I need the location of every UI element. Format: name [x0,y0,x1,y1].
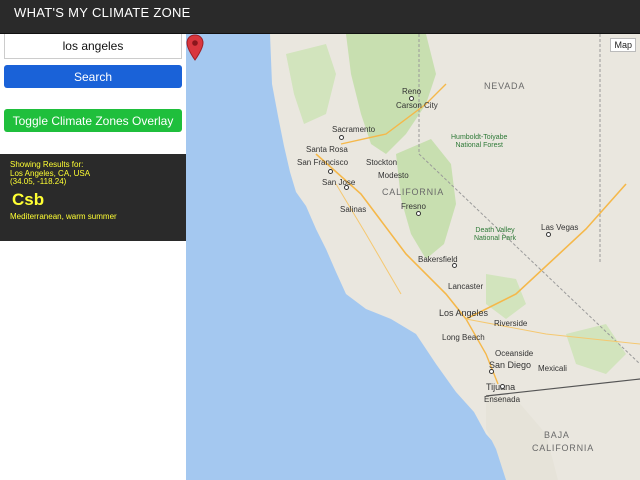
region-label-baja-california: CALIFORNIA [532,443,595,453]
city-label-san-francisco: San Francisco [297,158,349,167]
results-panel: Showing Results for: Los Angeles, CA, US… [0,154,186,241]
city-label-san-jose: San Jose [322,178,356,187]
region-label-california: CALIFORNIA [382,187,445,197]
region-label-baja: BAJA [544,430,570,440]
toggle-climate-zones-button[interactable]: Toggle Climate Zones Overlay [4,109,182,132]
city-marker [339,135,344,140]
top-bar: WHAT'S MY CLIMATE ZONE [0,0,640,34]
city-marker [416,211,421,216]
sidebar: Search Toggle Climate Zones Overlay Show… [0,34,186,480]
city-label-oceanside: Oceanside [495,349,534,358]
city-label-las-vegas: Las Vegas [541,223,579,232]
park-label-humboldt: Humboldt-Toiyabe National Forest [451,134,508,149]
city-label-santa-rosa: Santa Rosa [306,145,348,154]
city-label-sacramento: Sacramento [332,125,376,134]
map-type-button[interactable]: Map [610,38,636,52]
region-label-nevada: NEVADA [484,81,526,91]
city-label-mexicali: Mexicali [538,364,567,373]
city-label-long-beach: Long Beach [442,333,485,342]
city-marker [452,263,457,268]
city-label-los-angeles: Los Angeles [439,308,489,318]
climate-zone-description: Mediterranean, warm summer [10,211,117,221]
city-label-modesto: Modesto [378,171,409,180]
city-marker [344,185,349,190]
city-label-stockton: Stockton [366,158,398,167]
map-view[interactable]: Map NEVADA CALIFORNIA BAJA CALIFORNIA Hu… [186,34,640,480]
city-marker [328,169,333,174]
city-label-carson-city: Carson City [396,101,438,110]
city-label-lancaster: Lancaster [448,282,484,291]
city-marker [489,369,494,374]
city-label-san-diego: San Diego [489,360,532,370]
park-label-death-valley: Death Valley National Park [474,227,517,242]
results-coordinates: (34.05, -118.24) [10,177,67,186]
climate-zone-code: Csb [12,189,45,209]
location-search-input[interactable] [4,34,182,59]
search-button[interactable]: Search [4,65,182,88]
location-pin-icon[interactable] [186,34,204,62]
city-label-riverside: Riverside [494,319,528,328]
city-marker [546,232,551,237]
app-title: WHAT'S MY CLIMATE ZONE [14,5,191,20]
city-label-bakersfield: Bakersfield [418,255,458,264]
city-label-fresno: Fresno [401,202,426,211]
city-label-reno: Reno [402,87,422,96]
city-label-salinas: Salinas [340,205,367,214]
city-marker [500,384,505,389]
city-marker [409,96,414,101]
city-label-ensenada: Ensenada [484,395,521,404]
